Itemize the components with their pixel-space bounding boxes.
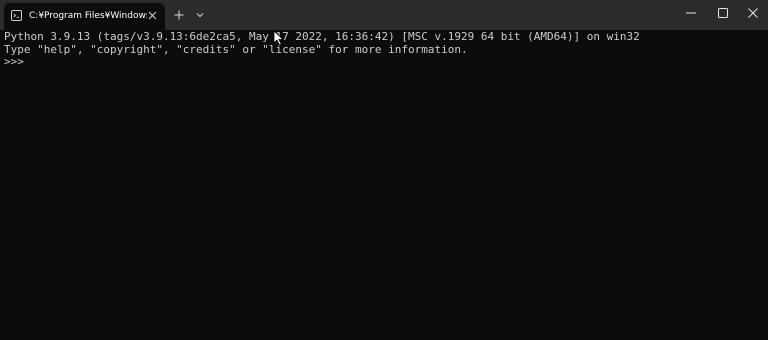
maximize-button[interactable] [708,0,738,27]
plus-icon[interactable] [172,8,186,22]
minimize-icon [686,12,696,14]
tab-title: C:¥Program Files¥WindowsAp [29,11,147,21]
minimize-button[interactable] [676,0,706,27]
terminal-icon [11,10,22,21]
terminal-output[interactable]: Python 3.9.13 (tags/v3.9.13:6de2ca5, May… [4,30,764,336]
close-icon [748,8,758,18]
maximize-icon [718,8,728,18]
tab-active[interactable]: C:¥Program Files¥WindowsAp [4,3,165,30]
title-bar[interactable]: C:¥Program Files¥WindowsAp [0,0,768,30]
terminal-line: Python 3.9.13 (tags/v3.9.13:6de2ca5, May… [4,30,640,43]
chevron-down-icon[interactable] [194,9,206,21]
terminal-prompt[interactable]: >>> [4,55,764,69]
mouse-pointer-icon [273,30,284,46]
tab-close-icon[interactable] [148,11,157,20]
terminal-window: C:¥Program Files¥WindowsAp [0,0,768,340]
close-button[interactable] [738,0,768,27]
terminal-line: Type "help", "copyright", "credits" or "… [4,42,468,56]
